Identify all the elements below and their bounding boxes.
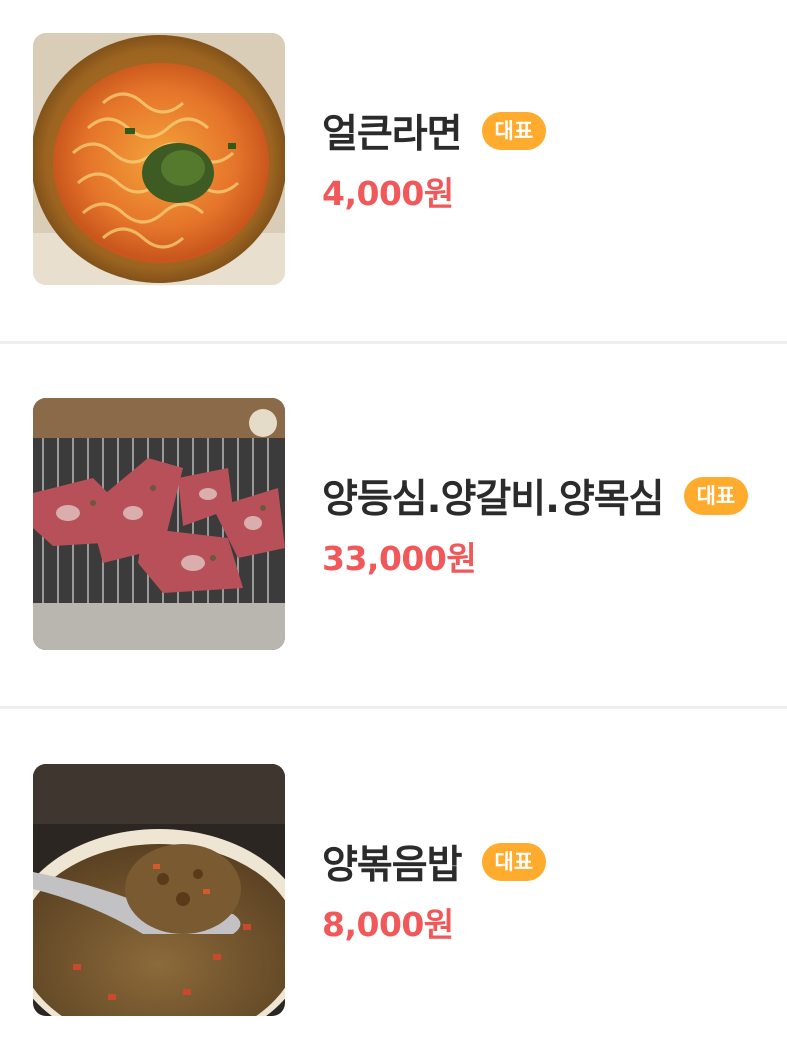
divider (0, 706, 787, 709)
menu-item-image[interactable] (33, 33, 285, 285)
menu-item[interactable]: 양등심.양갈비.양목심 대표 33,000원 (0, 398, 787, 650)
menu-item-name: 얼큰라면 (322, 112, 463, 157)
menu-item-image[interactable] (33, 398, 285, 650)
signature-badge: 대표 (683, 477, 749, 515)
menu-item-image[interactable] (33, 764, 285, 1016)
menu-item[interactable]: 양볶음밥 대표 8,000원 (0, 764, 787, 1016)
signature-badge: 대표 (481, 112, 547, 150)
menu-item-info: 양등심.양갈비.양목심 대표 33,000원 (322, 466, 749, 580)
menu-item-name-row: 얼큰라면 대표 (322, 101, 547, 161)
divider (0, 341, 787, 344)
menu-item-name: 양등심.양갈비.양목심 (322, 477, 665, 522)
menu-item-info: 양볶음밥 대표 8,000원 (322, 832, 547, 946)
menu-item-info: 얼큰라면 대표 4,000원 (322, 101, 547, 215)
menu-item-name: 양볶음밥 (322, 843, 463, 888)
menu-list: 얼큰라면 대표 4,000원 양등심.양갈비.양목심 대표 33,000원 양볶… (0, 0, 787, 1050)
menu-item-price: 33,000원 (322, 539, 477, 578)
menu-item-price: 4,000원 (322, 174, 454, 213)
menu-item[interactable]: 얼큰라면 대표 4,000원 (0, 33, 787, 285)
menu-item-price: 8,000원 (322, 905, 454, 944)
menu-item-name-row: 양볶음밥 대표 (322, 832, 547, 892)
spicy-ramen-photo (33, 33, 285, 285)
grilled-lamb-photo (33, 398, 285, 650)
signature-badge: 대표 (481, 843, 547, 881)
lamb-fried-rice-photo (33, 764, 285, 1016)
menu-item-name-row: 양등심.양갈비.양목심 대표 (322, 466, 749, 526)
